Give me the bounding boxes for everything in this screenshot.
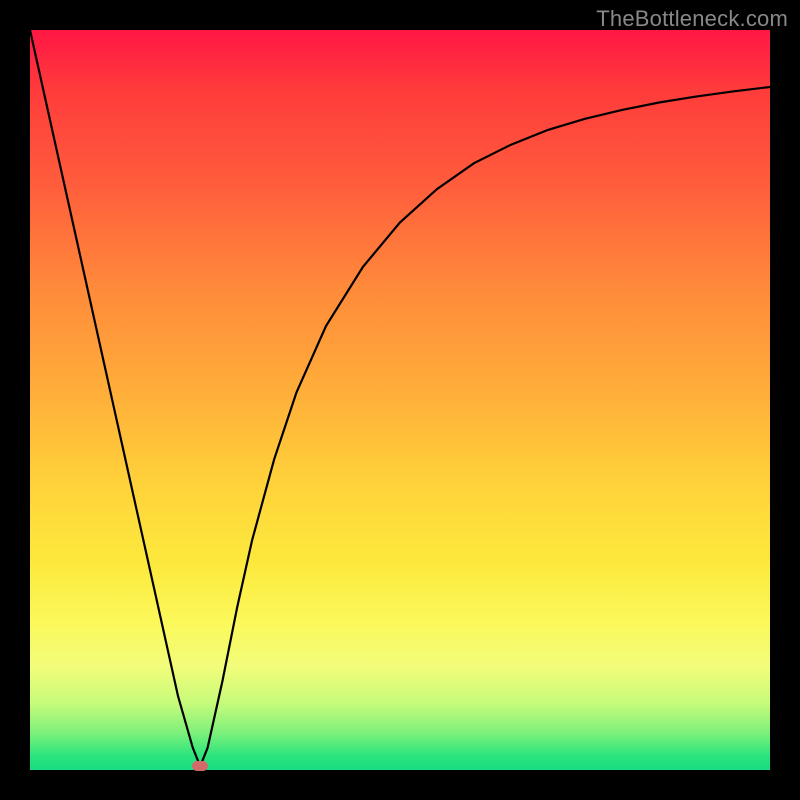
watermark-text: TheBottleneck.com	[596, 6, 788, 32]
plot-area	[30, 30, 770, 770]
curve-svg	[30, 30, 770, 770]
chart-frame: TheBottleneck.com	[0, 0, 800, 800]
optimum-marker	[192, 761, 208, 771]
bottleneck-curve	[30, 30, 770, 766]
